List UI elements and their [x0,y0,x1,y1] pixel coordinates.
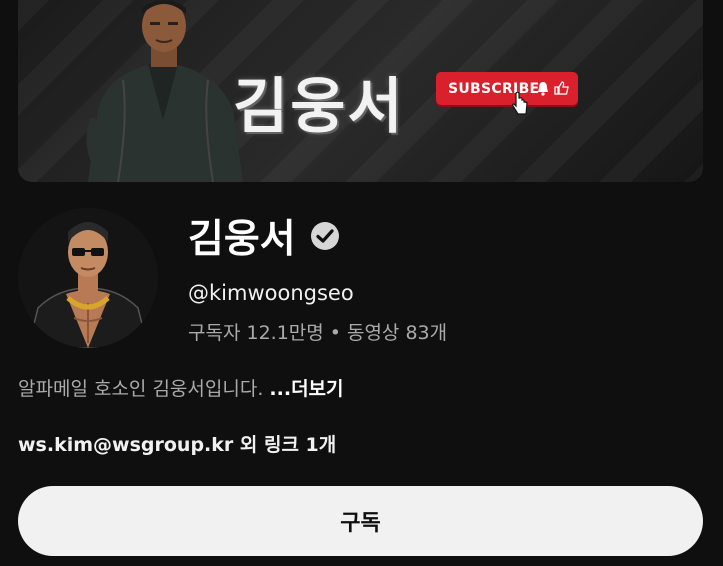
banner-subscribe-graphic: SUBSCRIBE [436,72,578,105]
stats-separator: • [329,322,341,344]
verified-check-icon [310,222,339,250]
more-link[interactable]: ...더보기 [269,378,343,400]
video-count: 동영상 83개 [346,322,448,344]
channel-stats: 구독자 12.1만명 • 동영상 83개 [188,318,447,345]
banner-character-illustration [86,0,243,182]
subscriber-count: 구독자 12.1만명 [188,322,324,344]
channel-links[interactable]: ws.kim@wsgroup.kr 외 링크 1개 [18,430,336,457]
channel-page: 김웅서 SUBSCRIBE 김웅서 @kimwoongseo 구독자 12.1만… [0,0,723,566]
channel-name: 김웅서 [188,208,340,264]
channel-name-text: 김웅서 [188,217,296,262]
avatar-illustration [18,208,158,348]
hand-cursor-icon [512,92,528,115]
bell-icon [538,82,548,96]
subscribe-button[interactable]: 구독 [18,486,703,556]
channel-description[interactable]: 알파메일 호소인 김웅서입니다. ...더보기 [18,374,344,401]
channel-banner: 김웅서 SUBSCRIBE [18,0,703,182]
banner-title: 김웅서 [233,72,405,142]
link-email[interactable]: ws.kim@wsgroup.kr [18,434,233,456]
thumbs-up-icon [554,81,569,95]
link-more-count[interactable]: 외 링크 1개 [240,434,336,456]
description-text: 알파메일 호소인 김웅서입니다. [18,378,264,400]
channel-avatar[interactable] [18,208,158,348]
channel-handle: @kimwoongseo [188,281,354,305]
